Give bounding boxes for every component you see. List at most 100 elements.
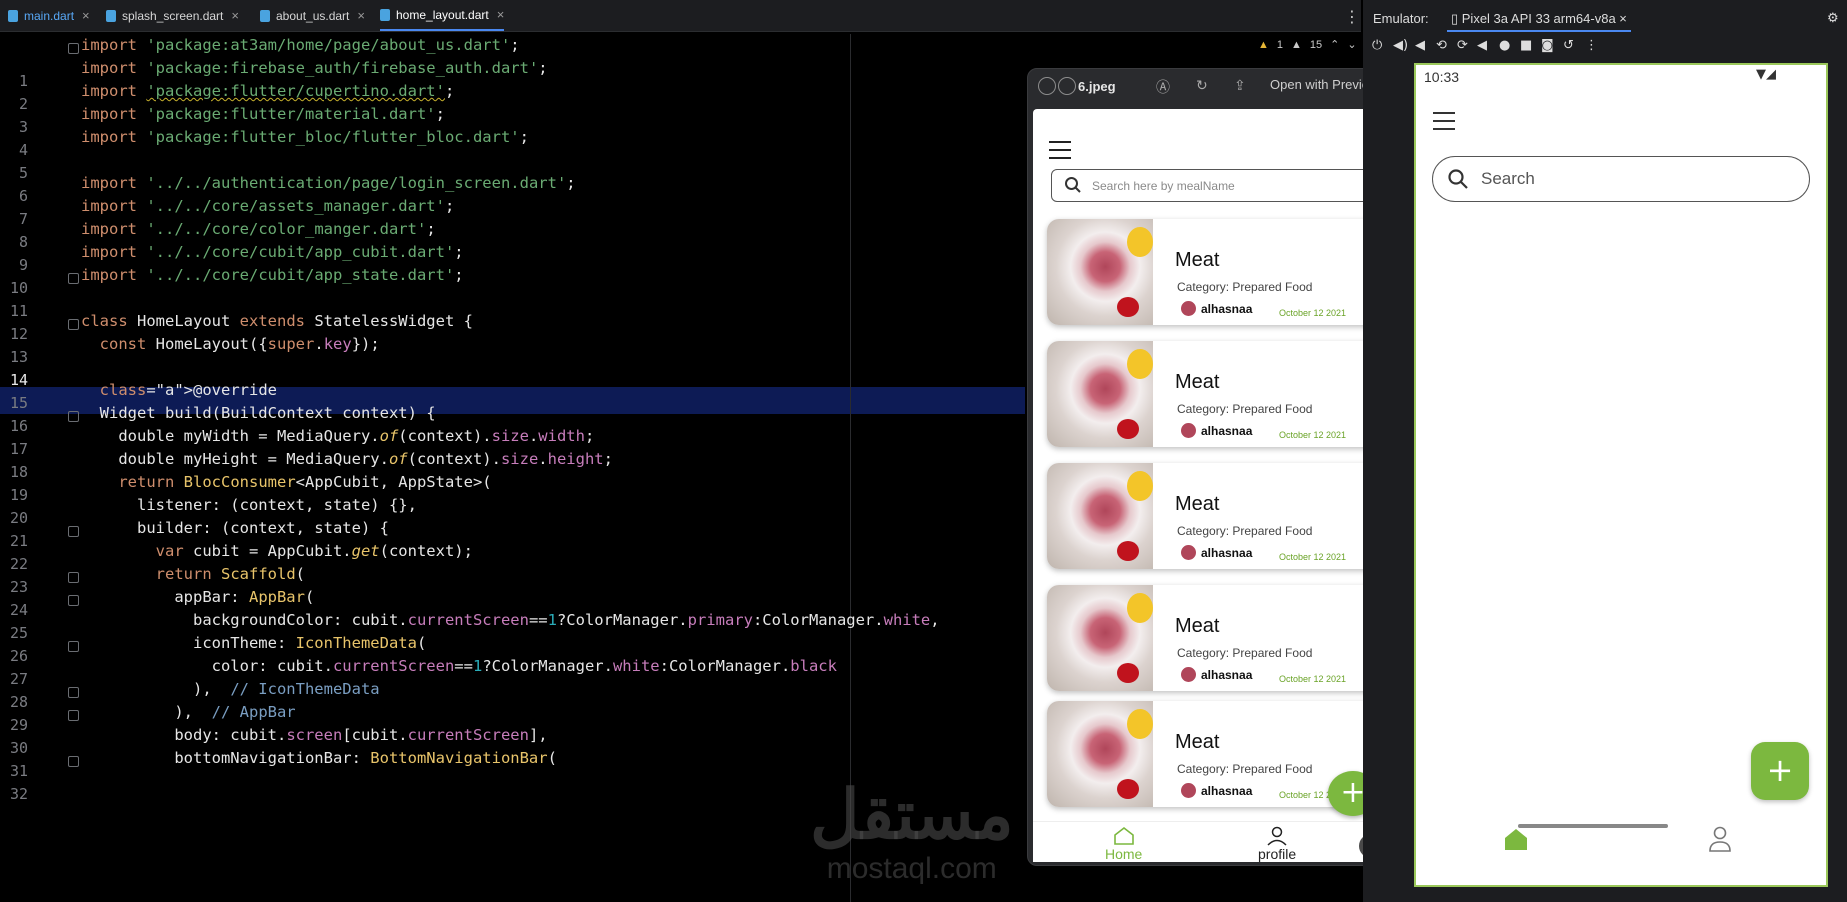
close-window-icon[interactable]: [1038, 77, 1056, 95]
code-line[interactable]: const HomeLayout({super.key});: [81, 335, 380, 353]
image-preview-window[interactable]: 6.jpeg Ⓐ ↻ ⇪ Open with Preview Search he…: [1027, 68, 1395, 866]
code-line[interactable]: listener: (context, state) {},: [81, 496, 417, 514]
close-icon[interactable]: ×: [231, 8, 239, 23]
code-line[interactable]: var cubit = AppCubit.get(context);: [81, 542, 473, 560]
overview-icon[interactable]: ■: [1520, 38, 1532, 53]
code-line[interactable]: import '../../core/assets_manager.dart';: [81, 197, 454, 215]
code-line[interactable]: return Scaffold(: [81, 565, 305, 583]
more-options-icon[interactable]: ⋮: [1585, 38, 1598, 53]
more-options-icon[interactable]: ⋮: [1344, 7, 1360, 26]
code-line[interactable]: body: cubit.screen[cubit.currentScreen],: [81, 726, 547, 744]
line-number: 32: [9, 785, 28, 803]
meal-title: Meat: [1175, 731, 1220, 753]
tab-device[interactable]: ▯ Pixel 3a API 33 arm64-v8a ×: [1447, 11, 1631, 32]
fold-marker-icon[interactable]: [68, 710, 79, 721]
close-icon[interactable]: ×: [1616, 11, 1627, 26]
meal-card[interactable]: Meat Category: Prepared Food alhasnaa Oc…: [1047, 463, 1377, 569]
code-line[interactable]: import '../../core/cubit/app_cubit.dart'…: [81, 243, 464, 261]
fold-marker-icon[interactable]: [68, 319, 79, 330]
add-button[interactable]: +: [1751, 742, 1809, 800]
home-icon: [1113, 826, 1134, 845]
line-number: 26: [9, 647, 28, 665]
camera-icon[interactable]: ◙: [1541, 38, 1554, 53]
search-field[interactable]: Search: [1432, 156, 1810, 202]
line-number: 14: [9, 371, 28, 389]
code-line[interactable]: class HomeLayout extends StatelessWidget…: [81, 312, 473, 330]
back-icon[interactable]: ◀: [1477, 38, 1487, 53]
volume-down-icon[interactable]: ◀: [1415, 38, 1425, 53]
code-line[interactable]: backgroundColor: cubit.currentScreen==1?…: [81, 611, 940, 629]
close-icon[interactable]: ×: [82, 8, 90, 23]
code-line[interactable]: import 'package:flutter_bloc/flutter_blo…: [81, 128, 529, 146]
code-line[interactable]: import '../../authentication/page/login_…: [81, 174, 576, 192]
code-line[interactable]: import 'package:flutter/cupertino.dart';: [81, 82, 454, 100]
nav-profile[interactable]: profile: [1258, 826, 1296, 862]
code-line[interactable]: class="a">@override: [81, 381, 277, 399]
code-line[interactable]: appBar: AppBar(: [81, 588, 314, 606]
gear-icon[interactable]: ⚙: [1827, 10, 1839, 26]
fold-marker-icon[interactable]: [68, 595, 79, 606]
code-line[interactable]: import 'package:flutter/material.dart';: [81, 105, 445, 123]
meal-card[interactable]: Meat Category: Prepared Food alhasnaa Oc…: [1047, 585, 1377, 691]
signal-icon: ▼◢: [1756, 67, 1776, 82]
code-line[interactable]: bottomNavigationBar: BottomNavigationBar…: [81, 749, 557, 767]
code-line[interactable]: builder: (context, state) {: [81, 519, 389, 537]
volume-up-icon[interactable]: ◀): [1393, 38, 1408, 53]
tab-home-layout[interactable]: home_layout.dart ×: [380, 0, 505, 31]
inspection-indicators[interactable]: ▲ 1 ▲ 15 ⌃ ⌄: [1258, 38, 1357, 52]
code-line[interactable]: color: cubit.currentScreen==1?ColorManag…: [81, 657, 837, 675]
meal-search-field[interactable]: Search here by mealName: [1051, 169, 1373, 202]
tab-splash-screen[interactable]: splash_screen.dart ×: [106, 0, 239, 31]
code-line[interactable]: iconTheme: IconThemeData(: [81, 634, 426, 652]
share-icon[interactable]: ⇪: [1234, 77, 1246, 94]
minimize-window-icon[interactable]: [1058, 77, 1076, 95]
hamburger-menu-icon[interactable]: [1433, 112, 1455, 136]
power-icon[interactable]: ⏻: [1372, 38, 1382, 53]
close-icon[interactable]: ×: [357, 8, 365, 23]
code-line[interactable]: import '../../core/color_manger.dart';: [81, 220, 436, 238]
rotate-icon[interactable]: ↻: [1196, 77, 1208, 94]
fold-marker-icon[interactable]: [68, 526, 79, 537]
code-line[interactable]: double myWidth = MediaQuery.of(context).…: [81, 427, 594, 445]
tab-main-dart[interactable]: main.dart ×: [8, 0, 90, 31]
rotate-left-icon[interactable]: ⟲: [1436, 38, 1447, 53]
hamburger-menu-icon[interactable]: [1049, 141, 1071, 165]
meal-image: [1047, 585, 1153, 691]
fold-marker-icon[interactable]: [68, 411, 79, 422]
code-line[interactable]: double myHeight = MediaQuery.of(context)…: [81, 450, 613, 468]
home-icon[interactable]: [1503, 826, 1529, 852]
chevron-up-icon[interactable]: ⌃: [1330, 38, 1339, 51]
app-screenshot: Search here by mealName Meat Category: P…: [1033, 109, 1389, 862]
fold-marker-icon[interactable]: [68, 756, 79, 767]
rotate-right-icon[interactable]: ⟳: [1457, 38, 1468, 53]
tab-about-us[interactable]: about_us.dart ×: [260, 0, 365, 31]
person-icon[interactable]: [1708, 825, 1732, 853]
code-line[interactable]: ), // AppBar: [81, 703, 295, 721]
fold-marker-icon[interactable]: [68, 641, 79, 652]
code-line[interactable]: import 'package:firebase_auth/firebase_a…: [81, 59, 548, 77]
line-number: 21: [9, 532, 28, 550]
close-icon[interactable]: ×: [497, 7, 505, 22]
fold-marker-icon[interactable]: [68, 572, 79, 583]
fold-marker-icon[interactable]: [68, 273, 79, 284]
right-margin-guide: [850, 34, 851, 902]
avatar: [1181, 423, 1196, 438]
meal-card[interactable]: Meat Category: Prepared Food alhasnaa Oc…: [1047, 219, 1377, 325]
avatar: [1181, 783, 1196, 798]
fold-marker-icon[interactable]: [68, 43, 79, 54]
home-button-icon[interactable]: ●: [1499, 38, 1510, 53]
phone-icon: ▯: [1451, 11, 1462, 26]
code-line[interactable]: import '../../core/cubit/app_state.dart'…: [81, 266, 464, 284]
meal-card[interactable]: Meat Category: Prepared Food alhasnaa Oc…: [1047, 341, 1377, 447]
snapshot-icon[interactable]: ↺: [1563, 38, 1574, 53]
editor-tab-bar: main.dart × splash_screen.dart × about_u…: [0, 0, 1361, 32]
code-line[interactable]: return BlocConsumer<AppCubit, AppState>(: [81, 473, 491, 491]
code-line[interactable]: import 'package:at3am/home/page/about_us…: [81, 36, 520, 54]
fold-marker-icon[interactable]: [68, 687, 79, 698]
code-line[interactable]: ), // IconThemeData: [81, 680, 380, 698]
markup-icon[interactable]: Ⓐ: [1156, 77, 1170, 97]
code-line[interactable]: Widget build(BuildContext context) {: [81, 404, 436, 422]
device-screen[interactable]: 10:33 ▼◢ Search +: [1414, 63, 1828, 887]
chevron-down-icon[interactable]: ⌄: [1347, 38, 1356, 51]
nav-home[interactable]: Home: [1105, 826, 1142, 862]
